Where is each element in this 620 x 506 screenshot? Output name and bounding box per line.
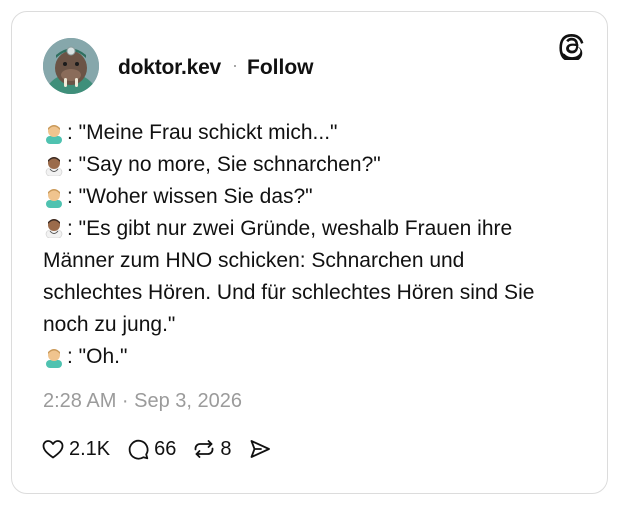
post-card: doktor.kev · Follow : "Meine Frau schick…	[11, 11, 608, 494]
like-button[interactable]: 2.1K	[41, 437, 110, 461]
reply-button[interactable]: 66	[126, 437, 176, 461]
dialogue-line-1: : "Meine Frau schickt mich..."	[43, 117, 563, 149]
repost-count: 8	[220, 437, 232, 460]
dialogue-line-4: : "Es gibt nur zwei Gründe, weshalb Frau…	[43, 213, 563, 341]
dialogue-text-1: : "Meine Frau schickt mich..."	[67, 121, 338, 144]
share-button[interactable]	[248, 437, 272, 461]
repost-icon	[195, 440, 214, 458]
username[interactable]: doktor.kev	[118, 56, 221, 80]
action-bar: 2.1K 66 8	[41, 437, 288, 461]
dialogue-text-4: : "Es gibt nur zwei Gründe, weshalb Frau…	[43, 217, 535, 336]
repost-button[interactable]: 8	[192, 437, 232, 461]
send-icon	[250, 440, 270, 458]
comment-icon	[128, 439, 149, 460]
avatar[interactable]	[43, 38, 99, 94]
dialogue-text-3: : "Woher wissen Sie das?"	[67, 185, 313, 208]
dialogue-line-2: : "Say no more, Sie schnarchen?"	[43, 149, 563, 181]
post-timestamp[interactable]: 2:28 AM · Sep 3, 2026	[43, 390, 242, 413]
dialogue-line-5: : "Oh."	[43, 341, 563, 373]
health-worker-emoji-icon	[45, 219, 63, 239]
dialogue-text-2: : "Say no more, Sie schnarchen?"	[67, 153, 381, 176]
separator-dot: ·	[232, 55, 238, 75]
like-count: 2.1K	[69, 437, 111, 460]
post-body: : "Meine Frau schickt mich..." : "Say no…	[43, 117, 563, 373]
health-worker-emoji-icon	[45, 157, 63, 176]
dialogue-text-5: : "Oh."	[67, 345, 128, 368]
man-emoji-icon	[46, 189, 62, 208]
dialogue-line-3: : "Woher wissen Sie das?"	[43, 181, 563, 213]
threads-logo-icon[interactable]	[558, 32, 586, 62]
man-emoji-icon	[46, 349, 62, 368]
follow-button[interactable]: Follow	[247, 56, 314, 80]
man-emoji-icon	[46, 125, 62, 144]
heart-icon	[42, 440, 64, 459]
reply-count: 66	[154, 437, 177, 460]
